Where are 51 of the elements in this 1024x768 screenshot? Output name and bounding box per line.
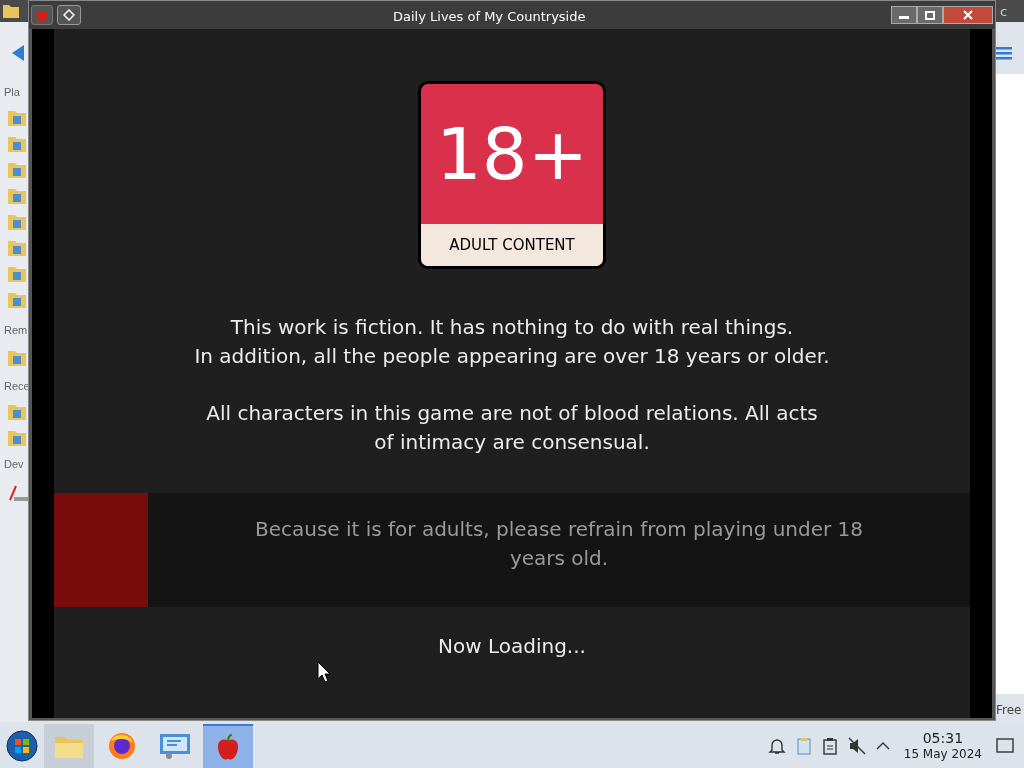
- folder-icon: [8, 266, 26, 282]
- folder-icon: [3, 4, 19, 18]
- folder-icon: [8, 240, 26, 256]
- drive-icon: [8, 484, 28, 502]
- sidebar-section-label: Rece: [4, 379, 30, 394]
- sidebar-section-label: Rem: [4, 323, 28, 338]
- globe-icon: [107, 731, 137, 761]
- taskbar-app[interactable]: [203, 724, 253, 768]
- bell-icon[interactable]: [767, 737, 786, 755]
- folder-icon: [8, 350, 26, 366]
- folder-icon: [8, 162, 26, 178]
- sidebar-section-label: Pla: [4, 85, 20, 100]
- apple-icon: [34, 7, 50, 23]
- background-window-text: c: [1000, 3, 1008, 21]
- folder-icon: [8, 110, 26, 126]
- minimize-icon: [899, 16, 909, 19]
- clock[interactable]: 05:31 15 May 2024: [899, 729, 986, 763]
- folder-icon: [8, 188, 26, 204]
- maximize-button[interactable]: [917, 6, 943, 24]
- badge-caption: ADULT CONTENT: [449, 234, 575, 256]
- clipboard-icon[interactable]: [821, 737, 838, 755]
- diamond-icon: [63, 9, 75, 21]
- mouse-cursor-icon: [317, 661, 331, 683]
- minimize-button[interactable]: [891, 6, 917, 24]
- show-desktop-icon[interactable]: [996, 738, 1014, 754]
- pin-button[interactable]: [57, 5, 81, 25]
- age-rating: 18+: [436, 118, 588, 190]
- maximize-icon: [925, 10, 935, 20]
- clock-time: 05:31: [922, 729, 964, 748]
- folder-icon: [8, 214, 26, 230]
- sidebar-section-label: Dev: [4, 457, 24, 472]
- clipboard-icon[interactable]: [795, 737, 812, 755]
- notice-paragraph: This work is fiction. It has nothing to do with real things. In addition, all the people appearing are over 18 years or older.: [194, 314, 830, 370]
- close-button[interactable]: [943, 6, 993, 24]
- folder-icon: [8, 430, 26, 446]
- folder-icon: [8, 292, 26, 308]
- folder-icon: [8, 404, 26, 420]
- clock-date: 15 May 2024: [903, 747, 982, 763]
- orb-icon: [6, 730, 38, 762]
- free-space-label: Free: [996, 702, 1022, 719]
- warning-text: Because it is for adults, please refrain from playing under 18 years old.: [253, 516, 865, 572]
- chevron-up-icon[interactable]: [875, 741, 890, 751]
- muted-speaker-icon[interactable]: [847, 737, 866, 755]
- monitor-icon: [159, 732, 191, 760]
- window-title: Daily Lives of My Countryside: [393, 8, 586, 26]
- back-arrow-icon: [10, 44, 26, 62]
- menu-icon: [996, 46, 1012, 60]
- close-icon: [963, 10, 973, 20]
- notice-paragraph: All characters in this game are not of blood relations. All acts of intimacy are consensual.: [205, 400, 819, 456]
- folder-icon: [8, 136, 26, 152]
- loading-text: Now Loading...: [438, 633, 586, 660]
